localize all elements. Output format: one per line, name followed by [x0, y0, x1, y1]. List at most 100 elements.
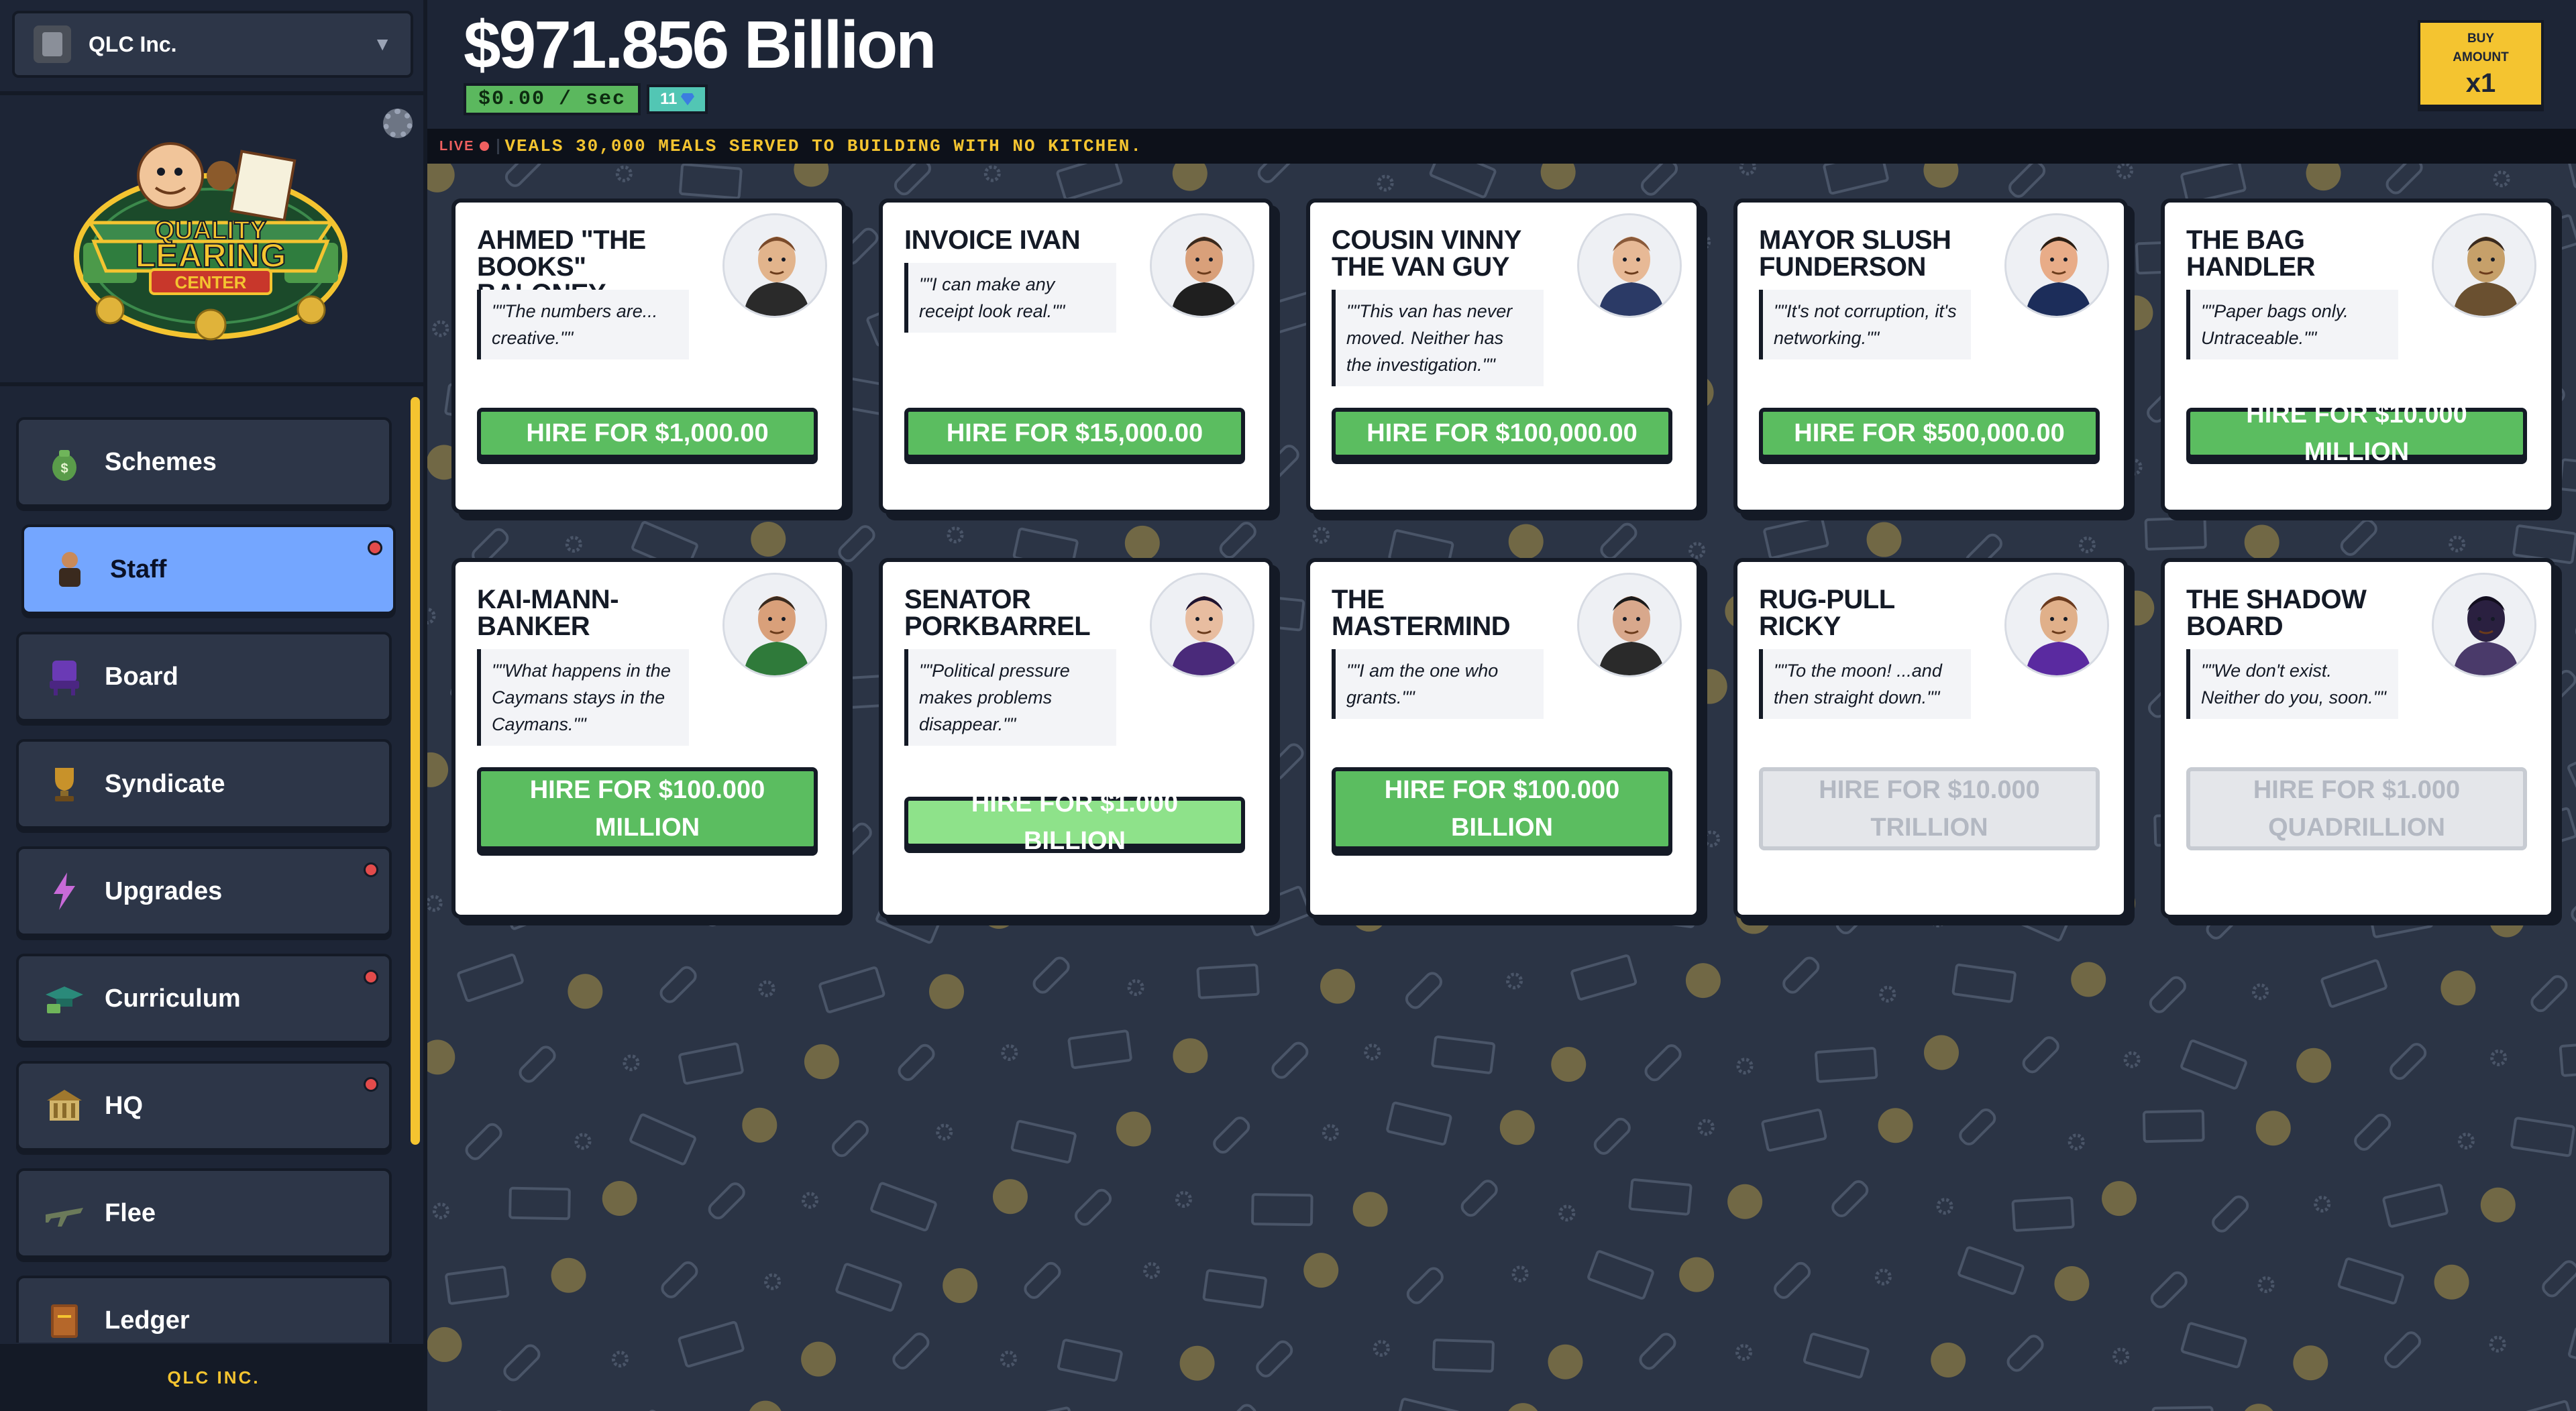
diploma-icon [465, 1123, 502, 1160]
hire-button-label: HIRE FOR $100.000 BILLION [1384, 776, 1620, 842]
hire-button[interactable]: HIRE FOR $10.000 MILLION [2186, 400, 2527, 466]
coin-icon [1172, 164, 1208, 191]
gear-decor-icon [983, 165, 1001, 182]
dollar-bill-icon [2508, 1400, 2575, 1411]
coin-icon [742, 1107, 777, 1143]
coin-icon [427, 752, 449, 787]
gear-decor-icon [2314, 1195, 2331, 1212]
news-ticker: LIVE VEALS 30,000 MEALS SERVED TO BUILDI… [427, 129, 2576, 164]
diploma-icon [2008, 164, 2046, 198]
coin-icon [1540, 164, 1576, 190]
gear-decor-icon [1322, 1124, 1339, 1141]
diploma-icon [1032, 956, 1070, 994]
dollar-bill-icon [2559, 458, 2576, 496]
sidebar-item-curriculum[interactable]: Curriculum [16, 954, 392, 1043]
gear-decor-icon [1001, 1044, 1018, 1062]
coin-icon [551, 1257, 586, 1293]
staff-name: THE MASTERMIND [1332, 585, 1511, 641]
company-selector[interactable]: QLC Inc. ▼ [12, 11, 413, 78]
sidebar-item-flee[interactable]: Flee [16, 1168, 392, 1258]
dollar-bill-icon [1823, 164, 1889, 195]
staff-quote: ""Political pressure makes problems disa… [904, 649, 1116, 746]
coin-icon [2071, 962, 2106, 997]
hire-button[interactable]: HIRE FOR $100.000 BILLION [1332, 767, 1672, 850]
gear-decor-icon [802, 1192, 819, 1209]
coin-icon [1124, 525, 1160, 561]
staff-quote: ""I can make any receipt look real."" [904, 263, 1116, 333]
hire-button[interactable]: HIRE FOR $100,000.00 [1332, 408, 1672, 459]
diploma-icon [1640, 164, 1678, 196]
diploma-icon [2530, 975, 2568, 1013]
gear-decor-icon [1703, 830, 1720, 848]
live-dot-icon [480, 142, 490, 151]
politician-portrait [1577, 213, 1682, 318]
gear-decor-icon [1313, 526, 1330, 544]
live-label: LIVE [439, 138, 475, 154]
staff-quote: ""To the moon! ...and then straight down… [1759, 649, 1971, 719]
gem-count: 11 [660, 90, 678, 108]
dollar-bill-icon [1761, 1109, 1827, 1152]
sidebar-item-upgrades[interactable]: Upgrades [16, 846, 392, 936]
gear-decor-icon [1373, 1340, 1390, 1357]
buy-amount-button[interactable]: BUY AMOUNT x1 [2418, 20, 2544, 107]
gear-decor-icon [1511, 1265, 1529, 1283]
hire-button[interactable]: HIRE FOR $500,000.00 [1759, 408, 2100, 459]
dollar-bill-icon [1803, 1333, 1870, 1379]
coin-icon [2306, 164, 2341, 191]
diploma-icon [519, 1046, 556, 1083]
sidebar-item-ledger[interactable]: Ledger [16, 1276, 392, 1343]
sidebar-scrollbar[interactable] [411, 397, 420, 1145]
sidebar-item-label: HQ [105, 1091, 143, 1120]
coin-icon [2434, 1264, 2469, 1300]
top-header: $971.856 Billion $0.00 / sec 11 BUY AMOU… [427, 0, 2576, 129]
diploma-icon [2022, 1036, 2059, 1074]
dollar-bill-icon [1628, 1178, 1693, 1216]
svg-text:$: $ [60, 461, 68, 476]
senator-portrait [1150, 573, 1254, 677]
diploma-icon [659, 966, 697, 1003]
logo-area: QUALITY LEARING CENTER [0, 91, 427, 386]
coin-icon [929, 974, 965, 1009]
gear-decor-icon [2125, 458, 2143, 475]
coin-icon [1551, 1047, 1587, 1082]
coin-icon [1548, 1344, 1583, 1379]
dollar-bill-icon [1057, 1339, 1123, 1382]
hire-button-label: HIRE FOR $100,000.00 [1366, 419, 1638, 447]
diploma-icon [503, 1344, 541, 1381]
sidebar-item-syndicate[interactable]: Syndicate [16, 739, 392, 829]
dollar-bill-icon [2011, 1196, 2075, 1232]
logo-line-2: LEARING [136, 237, 286, 274]
hire-button-label: HIRE FOR $500,000.00 [1794, 419, 2065, 447]
boardroom-chair-icon [43, 655, 86, 698]
coin-icon [427, 1327, 462, 1362]
hire-button[interactable]: HIRE FOR $1.000 BILLION [904, 789, 1245, 855]
staff-quote: ""Paper bags only. Untraceable."" [2186, 290, 2398, 359]
money-bag-icon: $ [43, 441, 86, 484]
sidebar-item-schemes[interactable]: $ Schemes [16, 417, 392, 507]
coin-icon [2440, 970, 2476, 1006]
gear-decor-icon [1558, 1204, 1576, 1222]
sidebar-item-hq[interactable]: HQ [16, 1061, 392, 1151]
coin-icon [751, 522, 786, 557]
notification-dot-icon [364, 862, 378, 877]
staff-card: MAYOR SLUSH FUNDERSON ""It's not corrupti… [1733, 199, 2128, 514]
hire-button[interactable]: HIRE FOR $15,000.00 [904, 408, 1245, 459]
dollar-bill-icon [1429, 164, 1497, 199]
gear-decor-icon [2257, 1276, 2275, 1294]
dollar-bill-icon [2180, 1322, 2247, 1369]
gear-decor-icon [1000, 1350, 1017, 1367]
dollar-bill-icon [1010, 1120, 1077, 1164]
suited-man-portrait [1150, 213, 1254, 318]
gear-decor-icon [1879, 985, 1896, 1003]
hire-button[interactable]: HIRE FOR $100.000 MILLION [477, 767, 818, 850]
gear-decor-icon [2449, 535, 2466, 553]
hire-button-label: HIRE FOR $100.000 MILLION [529, 776, 765, 842]
coin-icon [1931, 1343, 1966, 1378]
gear-icon[interactable] [383, 109, 413, 138]
sidebar-item-board[interactable]: Board [16, 632, 392, 722]
gear-decor-icon [2123, 1051, 2141, 1068]
dollar-bill-icon [2320, 959, 2387, 1008]
diploma-icon [1024, 1261, 1061, 1299]
sidebar-item-staff[interactable]: Staff [21, 524, 396, 614]
hire-button[interactable]: HIRE FOR $1,000.00 [477, 408, 818, 459]
